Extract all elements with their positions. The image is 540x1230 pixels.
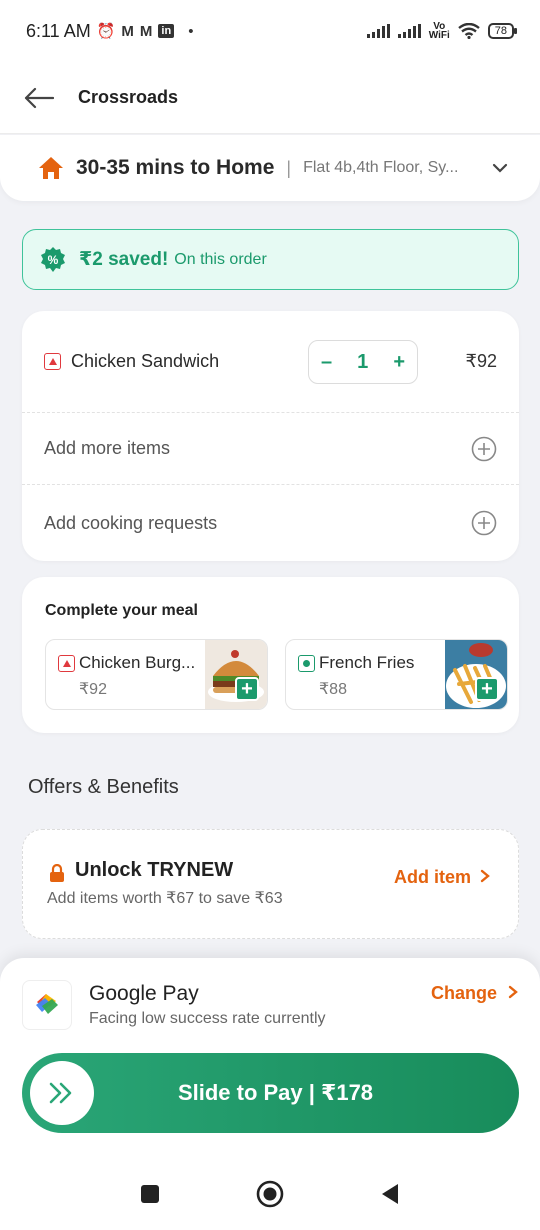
gmail-icon-2: M xyxy=(139,22,153,40)
meal-item-price: ₹92 xyxy=(79,681,107,698)
system-nav-bar xyxy=(0,1158,540,1230)
google-pay-logo xyxy=(22,980,72,1030)
delivery-eta: 30-35 mins to Home xyxy=(76,156,275,179)
offer-title: Unlock TRYNEW xyxy=(75,859,234,881)
plus-circle-icon[interactable] xyxy=(471,510,497,536)
meal-item-name: French Fries xyxy=(319,653,415,672)
restaurant-title: Crossroads xyxy=(78,87,179,107)
chevron-right-icon xyxy=(508,985,518,999)
alarm-icon: ⏰ xyxy=(96,23,116,40)
delivery-separator: | xyxy=(286,157,292,178)
complete-meal-card: Complete your meal Chicken Burg... ₹92 +… xyxy=(22,577,519,733)
quantity-value: 1 xyxy=(357,350,369,373)
arrow-left-icon xyxy=(24,87,54,108)
status-right: Vo WiFi 78 xyxy=(366,21,518,41)
add-to-cart-button[interactable]: + xyxy=(235,677,259,701)
lock-icon xyxy=(50,864,64,882)
cooking-requests-row[interactable]: Add cooking requests xyxy=(22,485,519,561)
status-bar: 6:11 AM ⏰ M M in • Vo WiFi 78 xyxy=(0,0,540,62)
back-triangle-icon[interactable] xyxy=(380,1183,400,1205)
gmail-icon: M xyxy=(121,22,134,40)
meal-suggestion-card[interactable]: Chicken Burg... ₹92 + xyxy=(45,639,268,710)
payment-method-name: Google Pay xyxy=(89,982,199,1005)
increase-button[interactable]: + xyxy=(393,351,405,374)
delivery-selector[interactable]: 30-35 mins to Home | Flat 4b,4th Floor, … xyxy=(0,135,540,201)
add-to-cart-button[interactable]: + xyxy=(475,677,499,701)
wifi-icon xyxy=(458,23,480,39)
dot-icon: • xyxy=(188,22,194,40)
payment-warning: Facing low success rate currently xyxy=(89,1010,326,1027)
chevron-down-icon xyxy=(492,163,508,173)
double-chevron-right-icon xyxy=(49,1082,72,1104)
complete-meal-title: Complete your meal xyxy=(45,602,198,619)
savings-banner: % ₹2 saved! On this order xyxy=(22,229,519,290)
offer-card: Unlock TRYNEW Add items worth ₹67 to sav… xyxy=(22,829,519,939)
savings-amount: ₹2 saved! xyxy=(79,249,169,270)
add-more-items-row[interactable]: Add more items xyxy=(22,413,519,485)
add-more-items-label: Add more items xyxy=(44,438,171,458)
delivery-address: Flat 4b,4th Floor, Sy... xyxy=(303,159,459,176)
home-circle-icon[interactable] xyxy=(256,1180,284,1208)
recents-square-icon[interactable] xyxy=(140,1184,160,1204)
slide-to-pay-label: Slide to Pay | ₹178 xyxy=(177,1080,374,1105)
change-payment-button[interactable]: Change xyxy=(431,983,518,1004)
non-veg-icon xyxy=(44,353,61,370)
back-button[interactable] xyxy=(24,83,54,113)
cart-item-row: Chicken Sandwich – 1 + ₹92 xyxy=(22,311,519,413)
meal-item-name: Chicken Burg... xyxy=(79,653,196,672)
cooking-requests-label: Add cooking requests xyxy=(44,512,218,533)
meal-item-price: ₹88 xyxy=(319,681,347,698)
add-item-link[interactable]: Add item xyxy=(394,867,490,888)
battery-icon: 78 xyxy=(487,23,518,39)
signal-icon xyxy=(366,24,390,38)
slider-handle[interactable] xyxy=(30,1061,94,1125)
app-header: Crossroads xyxy=(0,62,540,134)
chevron-right-icon xyxy=(480,869,490,883)
slide-to-pay[interactable]: Slide to Pay | ₹178 xyxy=(22,1053,519,1133)
discount-badge-icon: % xyxy=(41,246,65,272)
google-pay-icon xyxy=(36,994,58,1014)
quantity-stepper[interactable]: – 1 + xyxy=(308,340,418,384)
svg-text:%: % xyxy=(48,253,59,267)
vowifi-label: Vo WiFi xyxy=(428,21,450,41)
payment-panel: Google Pay Facing low success rate curre… xyxy=(0,958,540,1158)
cart-item-name: Chicken Sandwich xyxy=(71,351,220,371)
status-left: 6:11 AM ⏰ M M in • xyxy=(26,21,193,42)
add-item-label: Add item xyxy=(393,867,471,887)
cart-item-price: ₹92 xyxy=(465,351,497,371)
change-label: Change xyxy=(430,983,497,1003)
veg-icon xyxy=(298,655,315,672)
signal-icon-2 xyxy=(397,24,421,38)
cart-card: Chicken Sandwich – 1 + ₹92 Add more item… xyxy=(22,311,519,561)
non-veg-icon xyxy=(58,655,75,672)
savings-note: On this order xyxy=(174,250,267,268)
linkedin-icon: in xyxy=(158,24,175,38)
home-icon xyxy=(39,157,63,179)
meal-suggestion-card[interactable]: French Fries ₹88 + xyxy=(285,639,508,710)
status-time: 6:11 AM xyxy=(26,20,91,41)
offer-subtitle: Add items worth ₹67 to save ₹63 xyxy=(47,890,283,907)
offers-section-title: Offers & Benefits xyxy=(28,776,179,798)
decrease-button[interactable]: – xyxy=(321,351,332,374)
plus-circle-icon[interactable] xyxy=(471,436,497,462)
